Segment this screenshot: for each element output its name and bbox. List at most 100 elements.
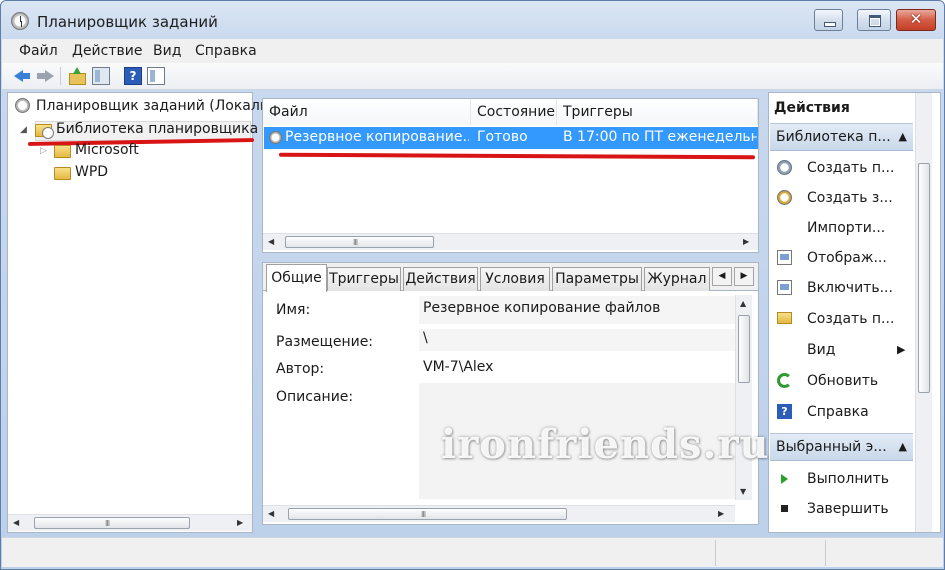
actions-group-selected-label: Выбранный э... (776, 439, 887, 455)
tree-horizontal-scrollbar[interactable]: ◀ III ▶ (8, 514, 252, 531)
back-arrow-icon[interactable] (14, 67, 32, 85)
action-run[interactable]: Выполнить (807, 471, 889, 487)
actions-header: Действия (774, 100, 850, 116)
menu-file[interactable]: Файл (19, 43, 58, 59)
column-header-status[interactable]: Состояние (471, 99, 557, 125)
close-button[interactable]: ✕ (896, 9, 936, 31)
window-title: Планировщик заданий (37, 13, 218, 31)
action-help[interactable]: Справка (807, 404, 869, 420)
action-end[interactable]: Завершить (807, 501, 889, 517)
author-label: Автор: (276, 361, 325, 377)
task-trigger-cell: В 17:00 по ПТ еженедельно, (563, 129, 757, 145)
scroll-down-icon[interactable]: ▼ (740, 487, 746, 496)
show-hide-actions-icon[interactable] (147, 67, 165, 85)
create-task-icon (777, 190, 792, 205)
task-details: Общие Триггеры Действия Условия Параметр… (262, 262, 759, 525)
enable-history-icon (777, 280, 792, 295)
scroll-right-icon[interactable]: ▶ (237, 518, 243, 527)
task-scheduler-window: Планировщик заданий ✕ Файл Действие Вид … (0, 0, 945, 570)
title-bar[interactable]: Планировщик заданий ✕ (1, 1, 944, 39)
folder-up-icon[interactable] (68, 67, 86, 85)
name-value: Резервное копирование файлов (423, 300, 661, 316)
tab-scroll-left-icon[interactable]: ◀ (712, 267, 732, 286)
scroll-up-icon[interactable]: ▲ (740, 299, 746, 308)
tree-pane: Планировщик заданий (Локаль ◢ Библиотека… (7, 92, 268, 533)
scrollbar-thumb[interactable] (918, 163, 930, 393)
menu-help[interactable]: Справка (195, 43, 257, 59)
task-list-horizontal-scrollbar[interactable]: ◀ III ▶ (263, 233, 758, 250)
toolbar: ? (2, 63, 943, 90)
scroll-left-icon[interactable]: ◀ (268, 237, 274, 246)
tree-library[interactable]: Библиотека планировщика (56, 121, 258, 137)
task-name-cell: Резервное копирование... (285, 129, 469, 145)
tab-conditions[interactable]: Условия (480, 267, 550, 291)
folder-icon (54, 145, 71, 158)
annotation-underline (278, 152, 756, 160)
tree-item-wpd[interactable]: WPD (75, 164, 108, 180)
name-field[interactable]: Резервное копирование файлов (419, 296, 735, 324)
task-list: Файл Состояние Триггеры Резервное копиро… (262, 98, 759, 253)
task-clock-icon (269, 131, 282, 144)
scrollbar-thumb[interactable]: III (285, 236, 434, 248)
details-vertical-scrollbar[interactable]: ▲ ▼ (735, 295, 752, 500)
details-horizontal-scrollbar[interactable]: ◀ III ▶ (263, 505, 735, 522)
action-refresh[interactable]: Обновить (807, 373, 878, 389)
create-basic-task-icon (777, 160, 792, 175)
tab-triggers[interactable]: Триггеры (327, 267, 401, 291)
minimize-button[interactable] (814, 9, 843, 31)
action-create-task[interactable]: Создать з... (807, 190, 893, 206)
forward-arrow-icon[interactable] (36, 67, 54, 85)
location-field: \ (419, 329, 735, 351)
action-import[interactable]: Импорти... (807, 220, 885, 236)
status-separator (715, 540, 716, 566)
tree-item-microsoft[interactable]: Microsoft (75, 142, 139, 158)
collapse-triangle-icon: ▲ (898, 130, 907, 143)
location-value: \ (423, 330, 428, 346)
tab-scroll-right-icon[interactable]: ▶ (734, 267, 754, 286)
help-icon[interactable]: ? (124, 67, 142, 85)
end-icon (777, 501, 792, 516)
scrollbar-thumb[interactable]: III (34, 517, 190, 529)
status-separator (825, 540, 826, 566)
scrollbar-thumb[interactable] (738, 315, 750, 383)
scroll-left-icon[interactable]: ◀ (13, 518, 19, 527)
description-label: Описание: (276, 389, 354, 405)
clock-icon (15, 98, 30, 113)
menu-view[interactable]: Вид (153, 43, 181, 59)
collapse-triangle-icon: ▲ (898, 440, 907, 453)
action-view[interactable]: Вид (807, 342, 835, 358)
tab-parameters[interactable]: Параметры (552, 267, 642, 291)
scroll-left-icon[interactable]: ◀ (268, 509, 274, 518)
menu-bar: Файл Действие Вид Справка (2, 39, 943, 63)
scroll-right-icon[interactable]: ▶ (718, 509, 724, 518)
status-bar (2, 537, 943, 567)
action-create-folder[interactable]: Создать п... (807, 311, 894, 327)
maximize-button[interactable] (857, 9, 891, 31)
collapse-arrow-icon[interactable]: ◢ (20, 125, 27, 135)
author-value: VM-7\Alex (423, 359, 494, 375)
expand-arrow-icon[interactable]: ▷ (40, 146, 47, 156)
column-header-triggers[interactable]: Триггеры (557, 99, 758, 125)
action-enable[interactable]: Включить... (807, 280, 893, 296)
tab-history[interactable]: Журнал ( (644, 267, 710, 291)
scrollbar-thumb[interactable]: III (288, 508, 567, 520)
folder-icon (54, 167, 71, 180)
location-label: Размещение: (276, 334, 374, 350)
actions-group-library[interactable]: Библиотека п... ▲ (770, 123, 913, 151)
column-header-file[interactable]: Файл (263, 99, 471, 125)
tab-actions[interactable]: Действия (403, 267, 478, 291)
run-icon (777, 471, 792, 486)
show-hide-tree-icon[interactable] (92, 67, 110, 85)
toolbar-separator (60, 67, 61, 85)
watermark-text: ironfriends.ru (441, 421, 770, 468)
task-status-cell: Готово (477, 129, 528, 145)
action-display[interactable]: Отображ... (807, 250, 887, 266)
tab-general[interactable]: Общие (266, 264, 327, 292)
scroll-right-icon[interactable]: ▶ (743, 237, 749, 246)
tree-root[interactable]: Планировщик заданий (Локаль (36, 98, 268, 114)
actions-vertical-scrollbar[interactable] (915, 93, 932, 532)
display-tasks-icon (777, 250, 792, 265)
actions-group-selected[interactable]: Выбранный э... ▲ (770, 433, 913, 461)
menu-action[interactable]: Действие (72, 43, 142, 59)
action-create-basic-task[interactable]: Создать п... (807, 160, 894, 176)
